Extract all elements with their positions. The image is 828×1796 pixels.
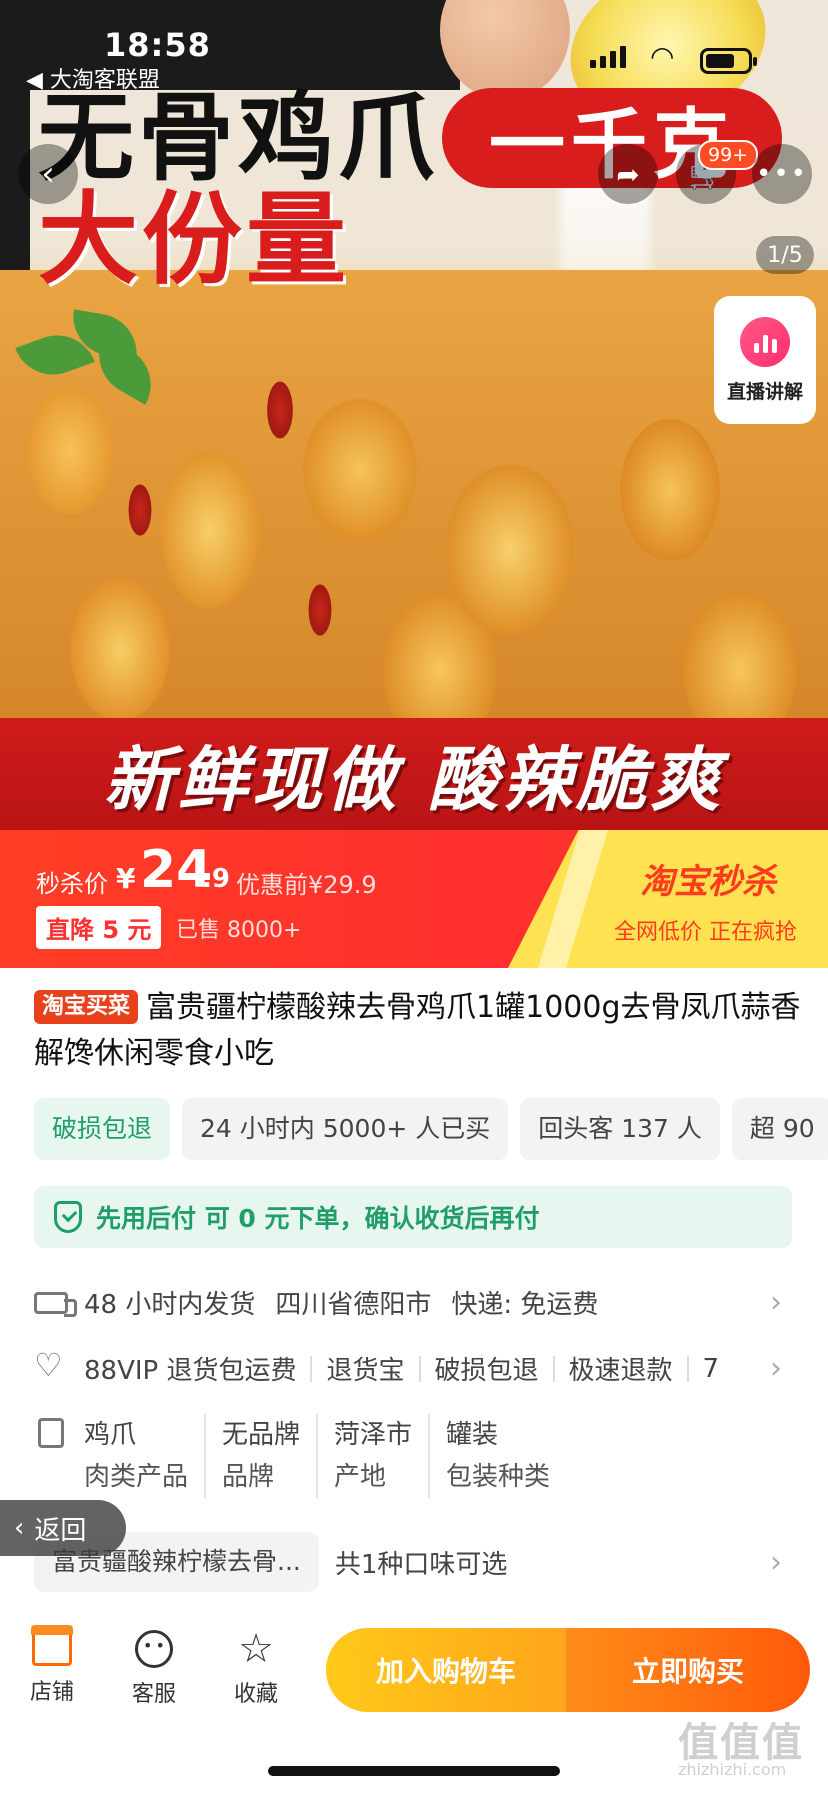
status-bar: 18:58 ◠ bbox=[0, 0, 828, 74]
product-title-text: 富贵疆柠檬酸辣去骨鸡爪1罐1000g去骨凤爪蒜香解馋休闲零食小吃 bbox=[34, 990, 801, 1071]
mint-leaf-illustration bbox=[0, 305, 180, 405]
spec-key: 肉类产品 bbox=[84, 1462, 189, 1492]
share-icon: ➦ bbox=[616, 157, 640, 191]
shipping-row[interactable]: 48 小时内发货 四川省德阳市 快递: 免运费 › bbox=[34, 1284, 794, 1321]
buy-now-button[interactable]: 立即购买 bbox=[566, 1628, 810, 1712]
add-to-cart-button[interactable]: 加入购物车 bbox=[326, 1628, 566, 1712]
spec-key: 包装种类 bbox=[446, 1462, 551, 1492]
pay-later-text: 先用后付 可 0 元下单，确认收货后再付 bbox=[96, 1204, 540, 1233]
chip-recent-buyers[interactable]: 24 小时内 5000+ 人已买 bbox=[182, 1098, 509, 1160]
status-time: 18:58 bbox=[104, 26, 211, 64]
price-drop-badge: 直降 5 元 bbox=[36, 906, 162, 949]
highlight-chips: 破损包退 24 小时内 5000+ 人已买 回头客 137 人 超 90 bbox=[34, 1098, 828, 1160]
more-button[interactable]: ••• bbox=[752, 144, 812, 204]
product-image-carousel[interactable]: 无骨鸡爪 大份量 一千克 新鲜现做 酸辣脆爽 bbox=[0, 0, 828, 830]
image-counter: 1/5 bbox=[756, 236, 814, 274]
signal-icon bbox=[590, 46, 626, 68]
chip-more[interactable]: 超 90 bbox=[731, 1098, 828, 1160]
return-label: 返回 bbox=[34, 1515, 87, 1546]
clipboard-icon bbox=[38, 1418, 64, 1448]
sold-count: 已售 8000+ bbox=[176, 918, 302, 943]
chip-repeat-buyers[interactable]: 回头客 137 人 bbox=[520, 1098, 720, 1160]
price-decimal: .9 bbox=[202, 864, 230, 894]
product-title: 淘宝买菜 富贵疆柠檬酸辣去骨鸡爪1罐1000g去骨凤爪蒜香解馋休闲零食小吃 bbox=[34, 985, 804, 1077]
home-indicator[interactable] bbox=[268, 1766, 560, 1776]
divider bbox=[418, 1355, 421, 1382]
divider bbox=[552, 1355, 555, 1382]
hero-title-line1: 无骨鸡爪 bbox=[38, 82, 438, 194]
favorite-button[interactable]: ☆ 收藏 bbox=[216, 1626, 296, 1708]
live-bars-icon bbox=[740, 316, 790, 367]
spec-origin: 菏泽市 产地 bbox=[318, 1414, 431, 1498]
pay-later-banner[interactable]: 先用后付 可 0 元下单，确认收货后再付 bbox=[34, 1186, 792, 1248]
flavor-count: 共1种口味可选 bbox=[334, 1549, 508, 1580]
price-currency: ¥ bbox=[116, 862, 136, 895]
spec-key: 品牌 bbox=[222, 1462, 275, 1492]
service-more: 7 bbox=[702, 1353, 720, 1384]
watermark-url: zhizhizhi.com bbox=[678, 1760, 787, 1779]
live-explain-button[interactable]: 直播讲解 bbox=[714, 296, 816, 424]
customer-service-label: 客服 bbox=[131, 1682, 176, 1707]
cart-count-badge: 99+ bbox=[698, 140, 759, 170]
spec-packaging: 罐装 包装种类 bbox=[430, 1414, 566, 1498]
service-fast-refund: 极速退款 bbox=[568, 1356, 673, 1386]
taobao-grocery-tag: 淘宝买菜 bbox=[34, 990, 139, 1024]
flash-sale-price-bar: 秒杀价 ¥ 24 .9 优惠前¥29.9 直降 5 元 已售 8000+ 淘宝秒… bbox=[0, 830, 828, 968]
hero-banner: 新鲜现做 酸辣脆爽 bbox=[0, 718, 828, 830]
customer-service-button[interactable]: 客服 bbox=[114, 1630, 194, 1708]
floating-return-button[interactable]: ‹ 返回 bbox=[0, 1500, 126, 1556]
services-row[interactable]: 88VIP 退货包运费 退货宝 破损包退 极速退款 7 › bbox=[34, 1346, 794, 1387]
spec-value: 鸡爪 bbox=[84, 1420, 137, 1450]
chevron-right-icon: › bbox=[770, 1285, 782, 1320]
original-price: 优惠前¥29.9 bbox=[236, 871, 377, 899]
chevron-left-icon: ‹ bbox=[14, 1513, 25, 1543]
wifi-icon: ◠ bbox=[650, 40, 675, 73]
shop-button[interactable]: 店铺 bbox=[12, 1625, 92, 1706]
favorite-label: 收藏 bbox=[233, 1682, 278, 1707]
shop-icon bbox=[31, 1625, 73, 1666]
flavor-selector-row[interactable]: 富贵疆酸辣柠檬去骨... 共1种口味可选 › bbox=[34, 1532, 794, 1592]
chevron-right-icon: › bbox=[770, 1351, 782, 1386]
battery-icon bbox=[700, 48, 757, 74]
spec-key: 产地 bbox=[334, 1462, 387, 1492]
bottom-action-bar: 店铺 客服 ☆ 收藏 加入购物车 立即购买 值值值 zhizhizhi.com bbox=[0, 1610, 828, 1796]
service-damage-return: 破损包退 bbox=[434, 1356, 539, 1386]
spec-value: 菏泽市 bbox=[334, 1420, 413, 1450]
back-button[interactable]: ‹ bbox=[18, 144, 78, 204]
spec-brand: 无品牌 品牌 bbox=[206, 1414, 319, 1498]
hero-title-line2: 大份量 bbox=[38, 181, 350, 298]
truck-icon bbox=[34, 1291, 77, 1317]
shield-check-icon bbox=[54, 1201, 82, 1233]
shipping-express: 快递: 免运费 bbox=[451, 1290, 599, 1320]
shipping-origin: 四川省德阳市 bbox=[275, 1290, 432, 1320]
back-to-app-link[interactable]: ◀ 大淘客联盟 bbox=[26, 62, 160, 94]
taobao-flash-sale-logo: 淘宝秒杀 bbox=[640, 862, 776, 902]
chevron-right-icon: › bbox=[770, 1544, 782, 1580]
service-return-insurance: 退货宝 bbox=[326, 1356, 405, 1386]
heart-shield-icon bbox=[34, 1346, 70, 1384]
spec-meat-type: 鸡爪 肉类产品 bbox=[34, 1414, 207, 1498]
product-specs[interactable]: 鸡爪 肉类产品 无品牌 品牌 菏泽市 产地 罐装 包装种类 bbox=[34, 1414, 566, 1498]
shipping-time: 48 小时内发货 bbox=[84, 1290, 256, 1320]
shop-label: 店铺 bbox=[29, 1680, 74, 1705]
share-button[interactable]: ➦ bbox=[598, 144, 658, 204]
spec-value: 罐装 bbox=[446, 1420, 499, 1450]
divider bbox=[310, 1355, 313, 1382]
customer-service-icon bbox=[135, 1630, 173, 1668]
divider bbox=[686, 1355, 689, 1382]
service-88vip: 88VIP 退货包运费 bbox=[84, 1356, 297, 1386]
hero-banner-text: 新鲜现做 酸辣脆爽 bbox=[103, 738, 725, 821]
price-label: 秒杀价 bbox=[36, 870, 108, 898]
chip-damage-return[interactable]: 破损包退 bbox=[34, 1098, 171, 1160]
chevron-left-icon: ‹ bbox=[41, 154, 55, 194]
spec-value: 无品牌 bbox=[222, 1420, 301, 1450]
live-explain-label: 直播讲解 bbox=[726, 380, 803, 403]
flash-sale-subtitle: 全网低价 正在疯抢 bbox=[614, 920, 797, 945]
more-dots-icon: ••• bbox=[755, 159, 808, 189]
star-icon: ☆ bbox=[238, 1626, 274, 1672]
